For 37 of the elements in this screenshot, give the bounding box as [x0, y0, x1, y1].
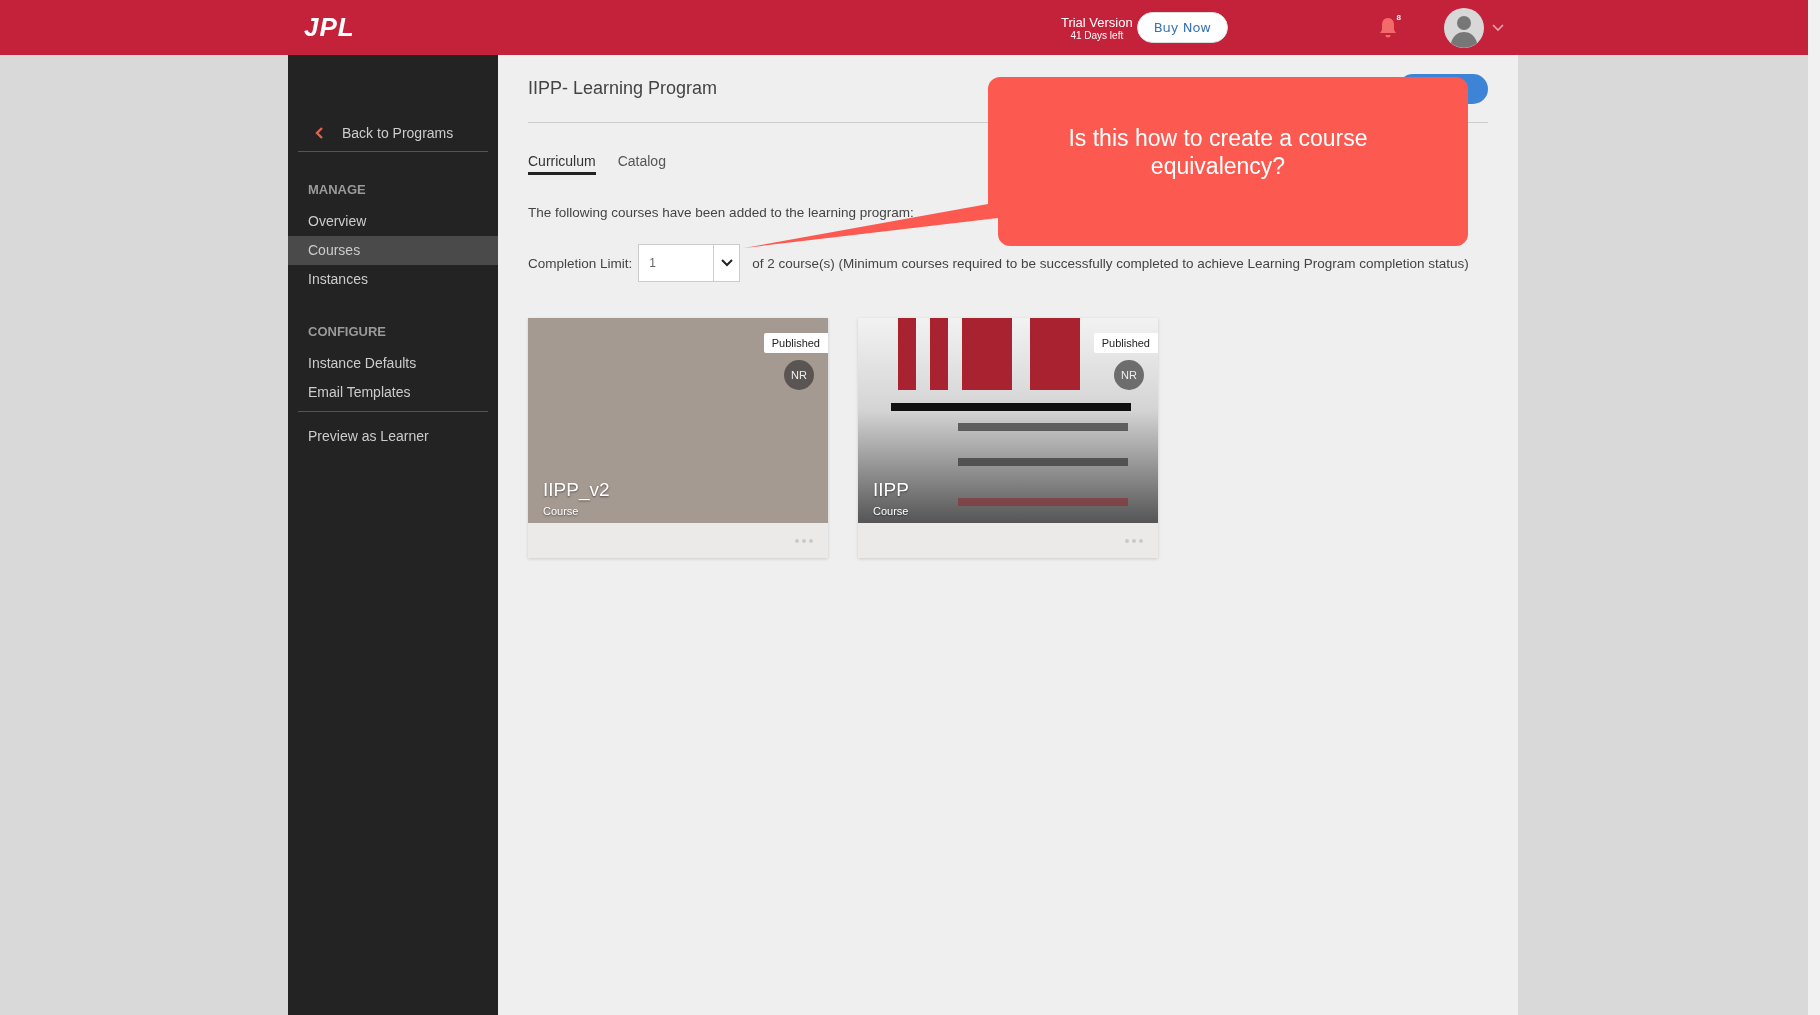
completion-limit-note: of 2 course(s) (Minimum courses required to be successfully completed to achieve Learning Program completion status) — [752, 255, 1469, 271]
trial-label: Trial Version — [1060, 14, 1133, 30]
completion-limit-select[interactable]: 1 — [638, 244, 741, 282]
course-card[interactable]: Published NR IIPP Course — [858, 318, 1158, 558]
more-icon[interactable] — [1125, 538, 1143, 543]
course-title: IIPP_v2 — [543, 479, 610, 501]
page-title: IIPP- Learning Program — [528, 78, 718, 99]
callout-text: Is this how to create a course equivalency? — [1067, 125, 1369, 181]
status-tag: Published — [1093, 333, 1158, 353]
section-heading: MANAGE — [307, 181, 367, 199]
sidebar-item[interactable]: Instance Defaults — [288, 349, 498, 378]
section-heading: CONFIGURE — [307, 323, 387, 341]
completion-limit-label: Completion Limit: — [528, 255, 633, 271]
course-type: Course — [543, 505, 580, 517]
buy-now-button[interactable]: Buy Now — [1136, 12, 1228, 43]
course-type: Course — [873, 505, 909, 517]
avatar-icon[interactable] — [1444, 7, 1484, 48]
chevron-down-icon — [720, 259, 733, 267]
caret-icon[interactable] — [1492, 23, 1504, 32]
more-icon[interactable] — [795, 538, 813, 543]
sidebar-item[interactable]: Overview — [288, 207, 498, 236]
tab[interactable]: Curriculum — [528, 153, 596, 175]
back-link[interactable]: Back to Programs — [298, 125, 488, 152]
tab[interactable]: Catalog — [617, 153, 666, 175]
sidebar-item[interactable]: Instances — [288, 265, 498, 294]
bell-icon[interactable] — [1378, 15, 1398, 40]
sidebar-item[interactable]: Preview as Learner — [288, 422, 498, 451]
notification-count: 8 — [1396, 12, 1401, 22]
sidebar-item[interactable]: Courses — [288, 236, 498, 265]
sidebar-item[interactable]: Email Templates — [288, 378, 498, 407]
intro-text: The following courses have been added to the learning program: — [528, 205, 915, 220]
days-left: 41 Days left — [1070, 29, 1124, 41]
course-card[interactable]: Published NR IIPP_v2 Course — [528, 318, 828, 558]
scrollbar[interactable] — [1808, 0, 1820, 1015]
course-title: IIPP — [873, 479, 909, 501]
status-tag: Published — [763, 333, 828, 353]
logo[interactable]: JPL — [288, 12, 355, 43]
